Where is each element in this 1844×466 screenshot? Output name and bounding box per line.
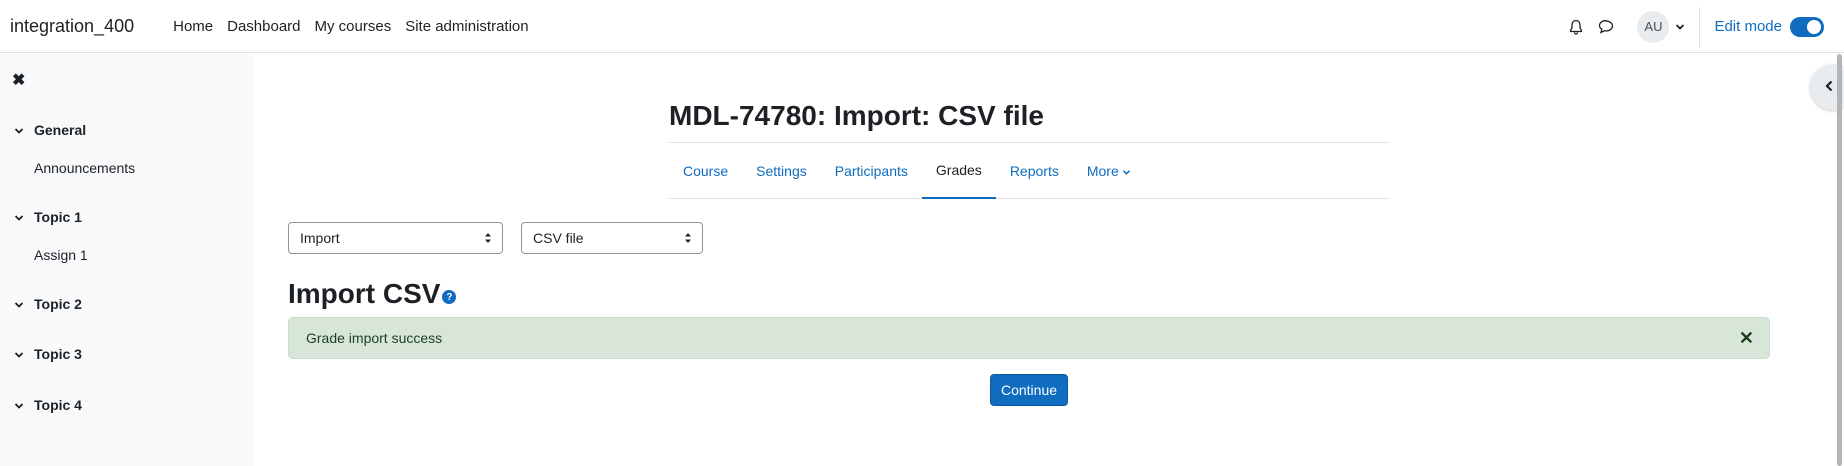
site-brand[interactable]: integration_400 <box>10 16 134 37</box>
section-label: Topic 4 <box>34 397 82 413</box>
chevron-down-icon[interactable] <box>14 296 24 312</box>
chevron-down-icon[interactable] <box>14 122 24 138</box>
import-type-select[interactable]: CSV file <box>521 222 703 254</box>
section-heading: Import CSV ? <box>288 278 457 310</box>
chevron-down-icon[interactable] <box>1675 18 1685 35</box>
primary-navigation: Home Dashboard My courses Site administr… <box>166 18 536 35</box>
grade-action-select[interactable]: Import <box>288 222 503 254</box>
section-topic-3[interactable]: Topic 3 <box>14 346 82 362</box>
section-label: Topic 3 <box>34 346 82 362</box>
help-icon[interactable]: ? <box>442 290 457 304</box>
alert-message: Grade import success <box>306 330 443 346</box>
chevron-down-icon[interactable] <box>14 397 24 413</box>
messages-chat-icon[interactable] <box>1591 12 1621 42</box>
close-icon[interactable]: ✕ <box>1739 329 1754 347</box>
section-topic-1[interactable]: Topic 1 <box>14 209 82 225</box>
import-csv-heading: Import CSV <box>288 278 441 309</box>
page-title: MDL-74780: Import: CSV file <box>669 100 1044 131</box>
secondary-navigation: Course Settings Participants Grades Repo… <box>669 142 1389 199</box>
top-navbar: integration_400 Home Dashboard My course… <box>0 0 1844 53</box>
section-general[interactable]: General <box>14 122 86 138</box>
section-label: General <box>34 122 87 138</box>
nav-site-administration[interactable]: Site administration <box>398 18 535 35</box>
chevron-down-icon[interactable] <box>14 346 24 362</box>
section-topic-2[interactable]: Topic 2 <box>14 296 82 312</box>
course-index-drawer: ✖ General Announcements Topic 1 Assign 1… <box>0 54 254 466</box>
page-scrollbar[interactable] <box>1837 54 1842 466</box>
select-arrows-icon <box>684 231 692 248</box>
edit-mode-label: Edit mode <box>1714 18 1782 35</box>
nav-home[interactable]: Home <box>166 18 220 35</box>
tab-settings[interactable]: Settings <box>742 143 821 199</box>
select-value: CSV file <box>533 230 584 246</box>
section-label: Topic 1 <box>34 209 82 225</box>
select-arrows-icon <box>484 231 492 248</box>
edit-mode-toggle[interactable] <box>1790 16 1824 37</box>
section-topic-4[interactable]: Topic 4 <box>14 397 82 413</box>
close-icon[interactable]: ✖ <box>12 70 25 90</box>
tab-participants[interactable]: Participants <box>821 143 922 199</box>
chevron-down-icon <box>1122 163 1131 179</box>
navbar-user-area: AU Edit mode <box>1561 0 1844 53</box>
continue-button[interactable]: Continue <box>990 374 1068 406</box>
tab-more-label: More <box>1086 163 1119 179</box>
tab-course[interactable]: Course <box>669 143 742 199</box>
tab-reports[interactable]: Reports <box>996 143 1073 199</box>
notifications-bell-icon[interactable] <box>1561 12 1591 42</box>
tab-grades[interactable]: Grades <box>921 143 996 199</box>
success-alert: Grade import success ✕ <box>288 317 1770 359</box>
select-value: Import <box>300 230 340 246</box>
tab-more[interactable]: More <box>1073 143 1145 199</box>
section-label: Topic 2 <box>34 296 82 312</box>
activity-assign-1[interactable]: Assign 1 <box>34 247 88 263</box>
user-avatar[interactable]: AU <box>1637 10 1670 43</box>
activity-announcements[interactable]: Announcements <box>34 160 135 176</box>
chevron-down-icon[interactable] <box>14 209 24 225</box>
nav-my-courses[interactable]: My courses <box>308 18 399 35</box>
chevron-left-icon <box>1824 79 1834 96</box>
edit-mode-switch[interactable]: Edit mode <box>1700 16 1844 37</box>
nav-dashboard[interactable]: Dashboard <box>220 18 307 35</box>
